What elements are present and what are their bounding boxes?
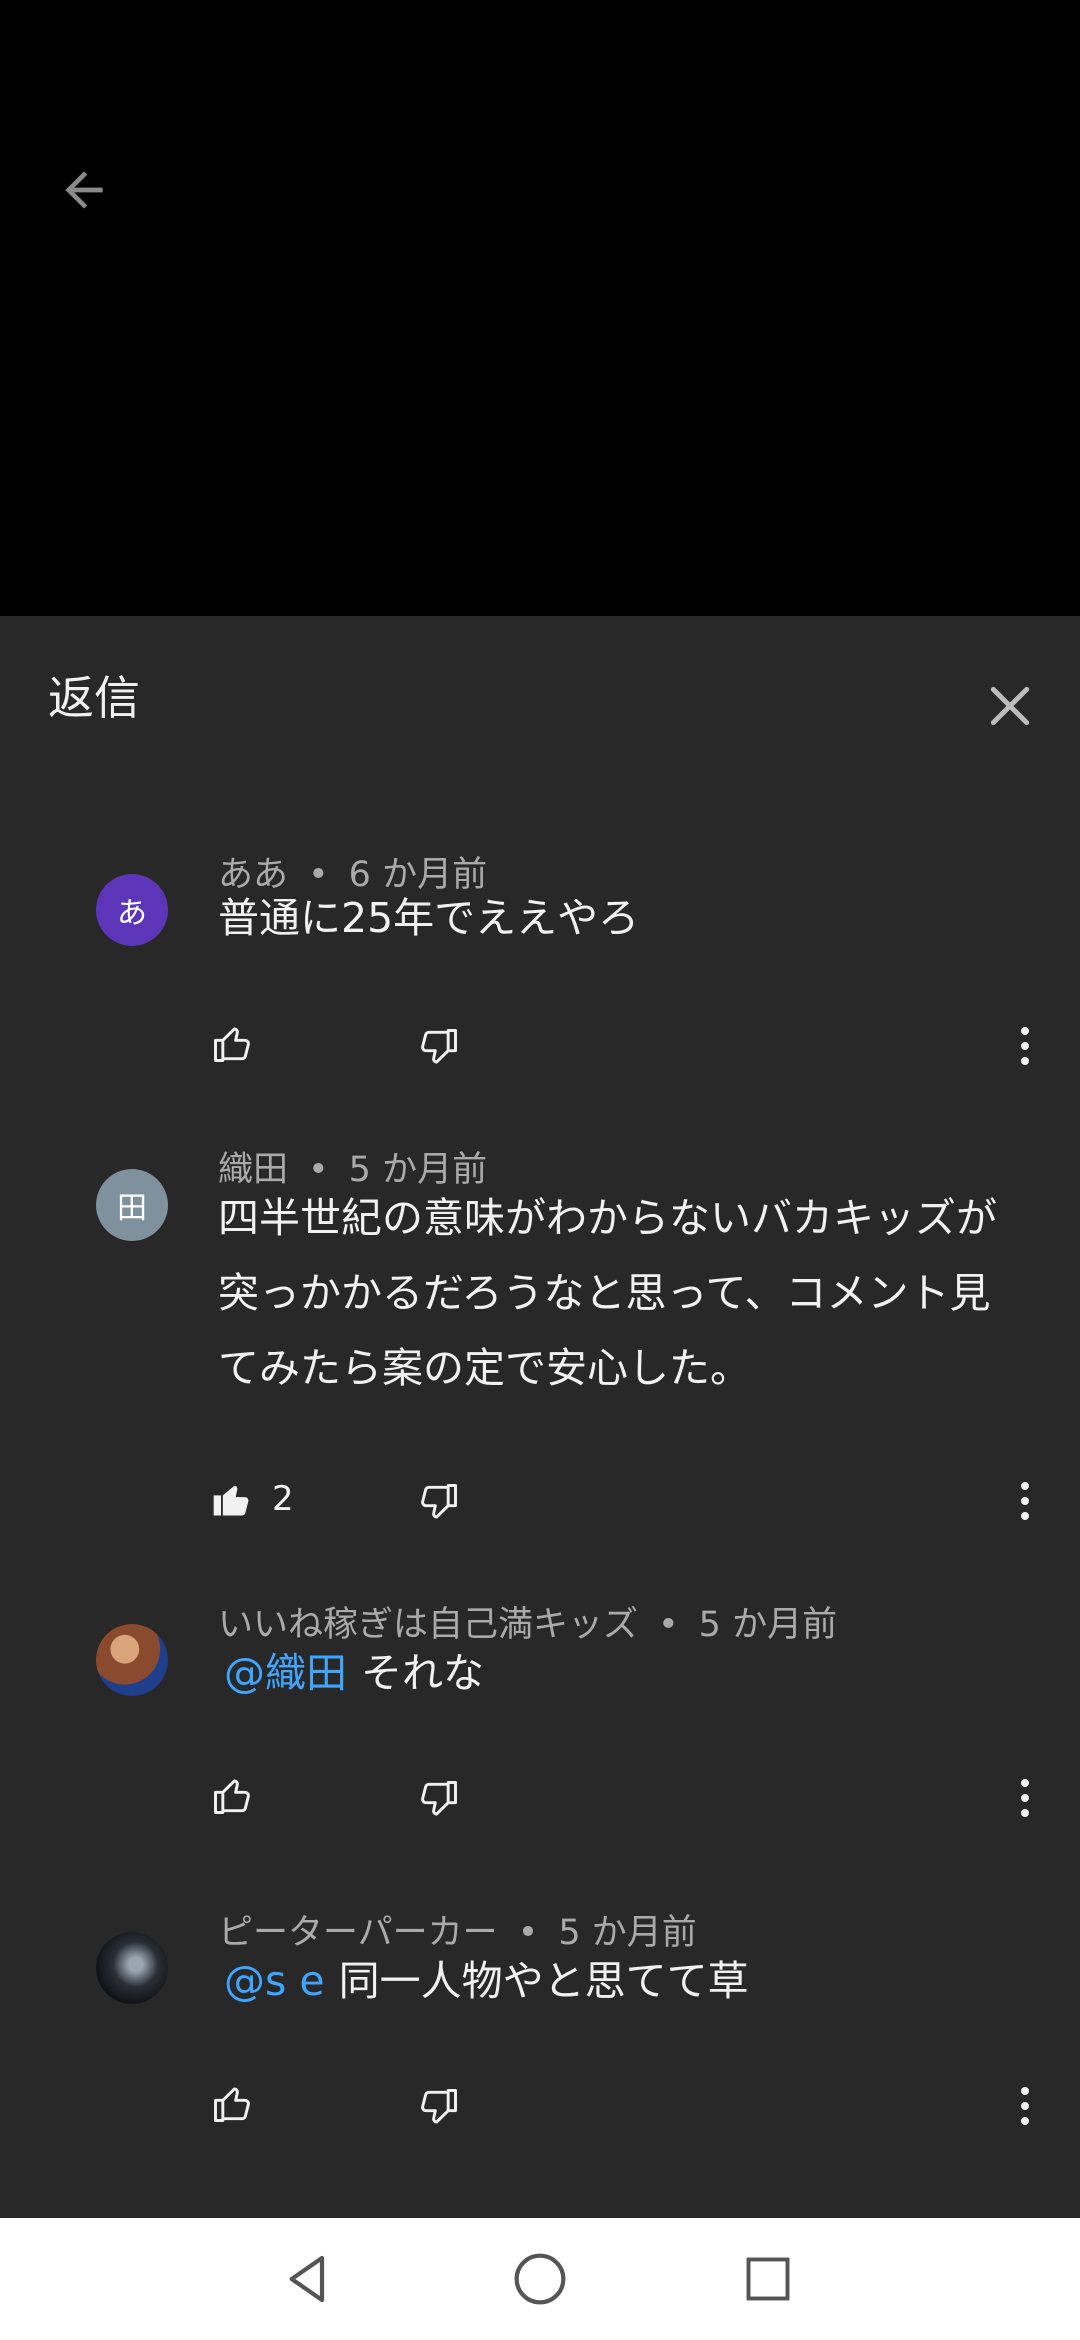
replies-panel: 返信 あ ああ • 6 か月前 普通に25年でええやろ 田 織田 • 5 か月前… — [0, 616, 1080, 2218]
thumb-up-icon — [214, 1027, 250, 1062]
dislike-button[interactable] — [404, 1764, 474, 1834]
more-options-button[interactable] — [1000, 1006, 1050, 1086]
thumb-up-icon — [214, 1779, 250, 1814]
arrow-left-icon — [65, 171, 103, 209]
thumb-up-icon — [213, 1485, 249, 1516]
comment-actions — [0, 2064, 1080, 2144]
comment-text: 四半世紀の意味がわからないバカキッズが突っかかるだろうなと思って、コメント見てみ… — [218, 1181, 1018, 1406]
thumb-down-icon — [421, 1484, 457, 1519]
comment-text: 普通に25年でええやろ — [218, 881, 1018, 956]
nav-recents-icon — [746, 2257, 790, 2301]
more-options-button[interactable] — [1000, 1758, 1050, 1838]
comment-body: 普通に25年でええやろ — [218, 894, 640, 942]
avatar[interactable]: あ — [96, 874, 168, 946]
thumb-down-icon — [421, 2089, 457, 2124]
panel-title: 返信 — [48, 671, 140, 725]
nav-back-button[interactable] — [268, 2244, 348, 2314]
nav-home-icon — [514, 2253, 566, 2305]
dislike-button[interactable] — [404, 2072, 474, 2142]
system-nav-bar — [0, 2218, 1080, 2340]
video-player-area[interactable] — [0, 0, 1080, 616]
nav-recents-button[interactable] — [728, 2244, 808, 2314]
more-vert-icon — [1021, 1779, 1029, 1817]
mention-link[interactable]: @s e — [224, 1957, 325, 2005]
nav-back-icon — [289, 2255, 325, 2303]
comment-body: 同一人物やと思てて草 — [338, 1957, 749, 2005]
dislike-button[interactable] — [404, 1012, 474, 1082]
comment-body: 四半世紀の意味がわからないバカキッズが突っかかるだろうなと思って、コメント見てみ… — [218, 1194, 997, 1392]
more-options-button[interactable] — [1000, 2066, 1050, 2146]
avatar-initial: あ — [117, 896, 147, 931]
comment-body: それな — [361, 1649, 484, 1697]
like-button[interactable] — [210, 1756, 254, 1836]
nav-home-button[interactable] — [500, 2244, 580, 2314]
more-vert-icon — [1021, 1482, 1029, 1520]
like-button[interactable] — [210, 1004, 254, 1084]
like-button[interactable] — [210, 2064, 254, 2144]
mention-link[interactable]: @織田 — [224, 1649, 347, 1697]
close-button[interactable] — [970, 666, 1050, 746]
avatar[interactable] — [96, 1932, 168, 2004]
comment-actions — [0, 1756, 1080, 1836]
more-options-button[interactable] — [1000, 1461, 1050, 1541]
thumb-down-icon — [421, 1029, 457, 1064]
comment-actions — [0, 1004, 1080, 1084]
comment-text: @s e 同一人物やと思てて草 — [218, 1944, 1018, 2019]
thumb-up-icon — [214, 2087, 250, 2122]
more-vert-icon — [1021, 2087, 1029, 2125]
comment-text: @織田 それな — [218, 1636, 1018, 1711]
comment-actions: 2 — [0, 1459, 1080, 1539]
like-count: 2 — [272, 1479, 294, 1519]
like-button[interactable]: 2 — [210, 1459, 294, 1539]
back-button[interactable] — [44, 150, 124, 230]
dislike-button[interactable] — [404, 1467, 474, 1537]
avatar[interactable] — [96, 1624, 168, 1696]
thumb-down-icon — [421, 1781, 457, 1816]
avatar[interactable]: 田 — [96, 1169, 168, 1241]
close-icon — [990, 686, 1030, 726]
avatar-initial: 田 — [117, 1191, 147, 1226]
more-vert-icon — [1021, 1027, 1029, 1065]
